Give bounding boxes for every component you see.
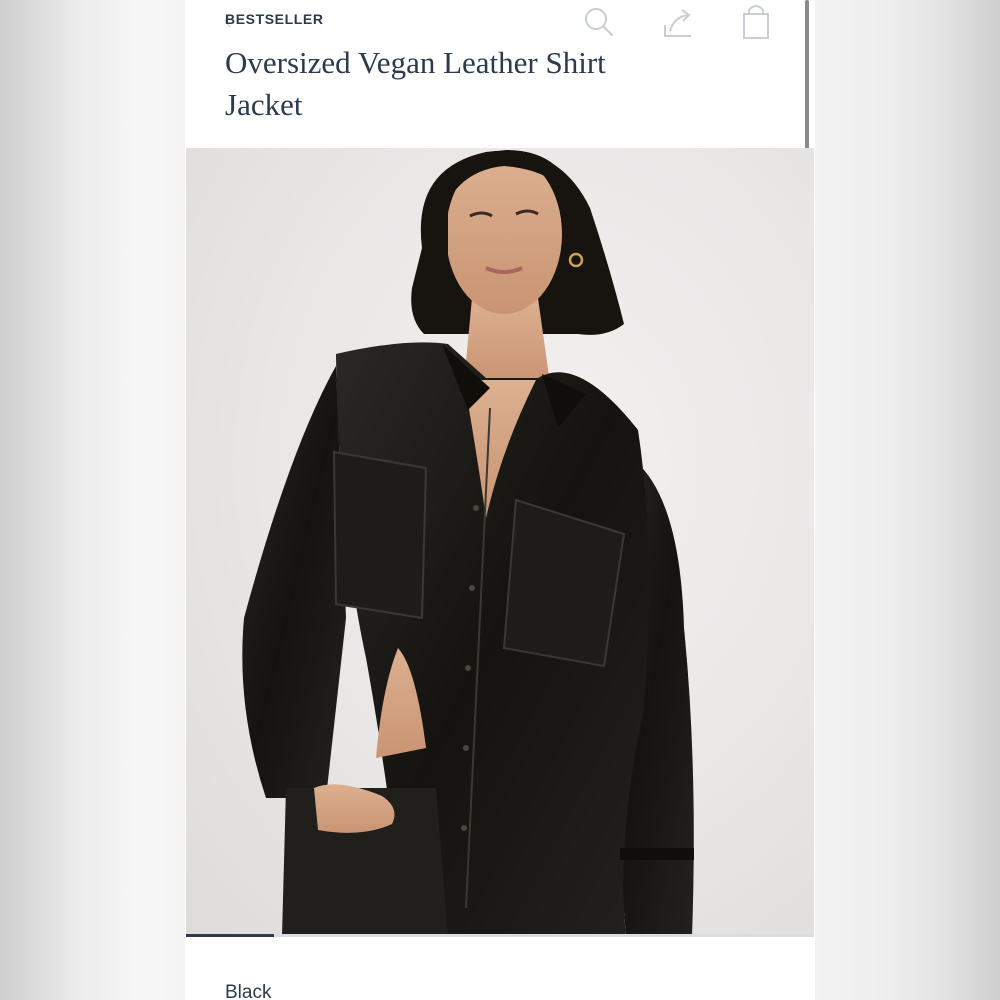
product-header: BESTSELLER Oversized Vegan Leather Shirt… bbox=[186, 0, 814, 148]
shopping-bag-icon bbox=[743, 5, 769, 39]
gallery-progress-fill bbox=[186, 934, 274, 937]
search-icon bbox=[585, 8, 614, 37]
selected-color-label: Black bbox=[225, 982, 272, 1000]
bestseller-badge: BESTSELLER bbox=[225, 11, 324, 27]
product-page: BESTSELLER Oversized Vegan Leather Shirt… bbox=[186, 0, 814, 1000]
bag-button[interactable] bbox=[736, 2, 776, 42]
product-title: Oversized Vegan Leather Shirt Jacket bbox=[225, 45, 606, 122]
gallery-progress-bar bbox=[186, 934, 814, 937]
product-image[interactable] bbox=[186, 148, 814, 936]
model-wearing-jacket-illustration bbox=[242, 150, 694, 936]
share-button[interactable] bbox=[658, 2, 698, 42]
share-icon bbox=[664, 9, 691, 37]
search-button[interactable] bbox=[579, 2, 619, 42]
